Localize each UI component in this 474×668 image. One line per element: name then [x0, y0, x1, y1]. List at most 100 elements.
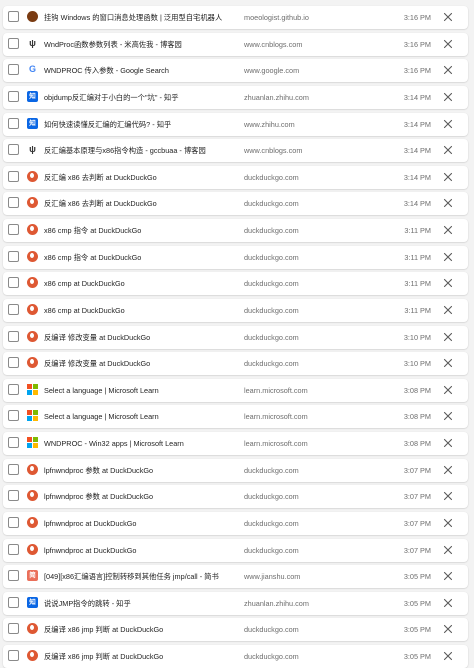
close-icon[interactable] [442, 410, 454, 422]
row-title[interactable]: x86 cmp at DuckDuckGo [44, 299, 236, 322]
close-icon[interactable] [442, 197, 454, 209]
close-icon[interactable] [442, 597, 454, 609]
row-checkbox[interactable] [8, 117, 19, 129]
row-checkbox[interactable] [8, 250, 19, 262]
row-checkbox[interactable] [8, 170, 19, 182]
row-checkbox[interactable] [8, 357, 19, 369]
row-checkbox[interactable] [8, 516, 19, 528]
row-title[interactable]: WndProc函数参数列表 - 米高佐我 - 博客园 [44, 33, 236, 56]
close-icon[interactable] [442, 623, 454, 635]
row-checkbox[interactable] [8, 37, 19, 49]
row-checkbox[interactable] [8, 64, 19, 76]
history-row[interactable]: G WNDPROC 传入参数 - Google Search www.google.… [3, 59, 468, 83]
row-checkbox[interactable] [8, 277, 19, 289]
row-checkbox[interactable] [8, 570, 19, 582]
history-row[interactable]: 反编译 x86 jmp 判断 at DuckDuckGo duckduckgo.c… [3, 618, 468, 642]
history-row[interactable]: lpfnwndproc 参数 at DuckDuckGo duckduckgo.c… [3, 458, 468, 482]
row-title[interactable]: 反汇编 x86 去判断 at DuckDuckGo [44, 166, 236, 189]
row-checkbox[interactable] [8, 303, 19, 315]
history-row[interactable]: lpfnwndproc 参数 at DuckDuckGo duckduckgo.c… [3, 485, 468, 509]
history-row[interactable]: x86 cmp 指令 at DuckDuckGo duckduckgo.com 3:… [3, 219, 468, 243]
history-row[interactable]: ψ 反汇编基本原理与x86指令构造 - gccbuaa - 博客园 www.cnbl… [3, 139, 468, 163]
history-row[interactable]: x86 cmp 指令 at DuckDuckGo duckduckgo.com 3:… [3, 245, 468, 269]
row-title[interactable]: x86 cmp 指令 at DuckDuckGo [44, 246, 236, 269]
row-checkbox[interactable] [8, 490, 19, 502]
row-title[interactable]: x86 cmp 指令 at DuckDuckGo [44, 219, 236, 242]
row-title[interactable]: 反编译 修改变量 at DuckDuckGo [44, 326, 236, 349]
row-checkbox[interactable] [8, 543, 19, 555]
row-title[interactable]: lpfnwndproc 参数 at DuckDuckGo [44, 485, 236, 508]
row-title[interactable]: objdump反汇编对于小白的一个"坑" - 知乎 [44, 86, 236, 109]
close-icon[interactable] [442, 277, 454, 289]
row-checkbox[interactable] [8, 383, 19, 395]
close-icon[interactable] [442, 118, 454, 130]
close-icon[interactable] [442, 331, 454, 343]
history-row[interactable]: x86 cmp at DuckDuckGo duckduckgo.com 3:11 … [3, 298, 468, 322]
close-icon[interactable] [442, 517, 454, 529]
history-row[interactable]: lpfnwndproc at DuckDuckGo duckduckgo.com 3… [3, 511, 468, 535]
close-icon[interactable] [442, 464, 454, 476]
history-row[interactable]: x86 cmp at DuckDuckGo duckduckgo.com 3:11 … [3, 272, 468, 296]
row-title[interactable]: 如何快速读懂反汇编的汇编代码? - 知乎 [44, 113, 236, 136]
row-checkbox[interactable] [8, 437, 19, 449]
close-icon[interactable] [442, 570, 454, 582]
row-title[interactable]: Select a language | Microsoft Learn [44, 405, 236, 428]
close-icon[interactable] [442, 91, 454, 103]
history-row[interactable]: 反汇编 x86 去判断 at DuckDuckGo duckduckgo.com 3… [3, 165, 468, 189]
close-icon[interactable] [442, 224, 454, 236]
history-row[interactable]: Select a language | Microsoft Learn learn… [3, 405, 468, 429]
row-checkbox[interactable] [8, 623, 19, 635]
row-title[interactable]: 反编译 x86 jmp 判断 at DuckDuckGo [44, 618, 236, 641]
close-icon[interactable] [442, 64, 454, 76]
history-row[interactable]: lpfnwndproc at DuckDuckGo duckduckgo.com 3… [3, 538, 468, 562]
row-title[interactable]: 说说JMP指令的跳转 - 知乎 [44, 592, 236, 615]
history-row[interactable]: 反编译 修改变量 at DuckDuckGo duckduckgo.com 3:10… [3, 352, 468, 376]
close-icon[interactable] [442, 38, 454, 50]
row-title[interactable]: x86 cmp at DuckDuckGo [44, 272, 236, 295]
row-title[interactable]: WNDPROC 传入参数 - Google Search [44, 59, 236, 82]
history-row[interactable]: 简 [049][x86汇编语言]控制转移到其他任务 jmp/call - 简书 ww… [3, 565, 468, 589]
close-icon[interactable] [442, 11, 454, 23]
row-title[interactable]: [049][x86汇编语言]控制转移到其他任务 jmp/call - 简书 [44, 565, 236, 588]
close-icon[interactable] [442, 650, 454, 662]
close-icon[interactable] [442, 144, 454, 156]
row-title[interactable]: Select a language | Microsoft Learn [44, 379, 236, 402]
row-checkbox[interactable] [8, 650, 19, 662]
row-checkbox[interactable] [8, 224, 19, 236]
history-row[interactable]: 知如何快速读懂反汇编的汇编代码? - 知乎 www.zhihu.com 3:14 P… [3, 112, 468, 136]
history-row[interactable]: 反汇编 x86 去判断 at DuckDuckGo duckduckgo.com 3… [3, 192, 468, 216]
row-checkbox[interactable] [8, 596, 19, 608]
history-row[interactable]: 知 objdump反汇编对于小白的一个"坑" - 知乎 zhuanlan.zhihu… [3, 85, 468, 109]
close-icon[interactable] [442, 384, 454, 396]
close-icon[interactable] [442, 357, 454, 369]
row-checkbox[interactable] [8, 144, 19, 156]
history-row[interactable]: 反编译 修改变量 at DuckDuckGo duckduckgo.com 3:10… [3, 325, 468, 349]
close-icon[interactable] [442, 490, 454, 502]
row-title[interactable]: lpfnwndproc 参数 at DuckDuckGo [44, 459, 236, 482]
row-title[interactable]: WNDPROC - Win32 apps | Microsoft Learn [44, 432, 236, 455]
close-icon[interactable] [442, 251, 454, 263]
history-row[interactable]: Select a language | Microsoft Learn learn… [3, 378, 468, 402]
row-checkbox[interactable] [8, 330, 19, 342]
history-row[interactable]: 挂钩 Windows 的窗口消息处理函数 | 泛用型自宅机器人 moeologis… [3, 6, 468, 29]
row-title[interactable]: lpfnwndproc at DuckDuckGo [44, 512, 236, 535]
row-title[interactable]: 反编译 修改变量 at DuckDuckGo [44, 352, 236, 375]
row-checkbox[interactable] [8, 410, 19, 422]
close-icon[interactable] [442, 171, 454, 183]
row-title[interactable]: 挂钩 Windows 的窗口消息处理函数 | 泛用型自宅机器人 [44, 6, 236, 29]
row-title[interactable]: 反汇编 x86 去判断 at DuckDuckGo [44, 192, 236, 215]
history-row[interactable]: 反编译 x86 jmp 判断 at DuckDuckGo duckduckgo.c… [3, 645, 468, 668]
row-title[interactable]: 反汇编基本原理与x86指令构造 - gccbuaa - 博客园 [44, 139, 236, 162]
row-checkbox[interactable] [8, 11, 19, 22]
history-row[interactable]: WNDPROC - Win32 apps | Microsoft Learn le… [3, 432, 468, 456]
close-icon[interactable] [442, 304, 454, 316]
row-checkbox[interactable] [8, 197, 19, 209]
row-checkbox[interactable] [8, 90, 19, 102]
row-title[interactable]: lpfnwndproc at DuckDuckGo [44, 539, 236, 562]
row-checkbox[interactable] [8, 463, 19, 475]
row-title[interactable]: 反编译 x86 jmp 判断 at DuckDuckGo [44, 645, 236, 668]
close-icon[interactable] [442, 437, 454, 449]
close-icon[interactable] [442, 544, 454, 556]
history-row[interactable]: ψ WndProc函数参数列表 - 米高佐我 - 博客园 www.cnblogs.c… [3, 32, 468, 56]
history-row[interactable]: 知说说JMP指令的跳转 - 知乎 zhuanlan.zhihu.com 3:05 P… [3, 591, 468, 615]
